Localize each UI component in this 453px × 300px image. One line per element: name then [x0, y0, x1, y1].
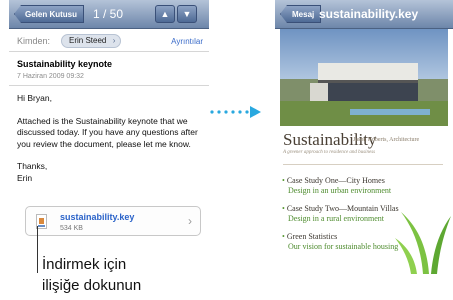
from-label: Kimden:	[17, 36, 51, 46]
sender-chip[interactable]: Erin Steed ›	[61, 34, 122, 48]
up-arrow-icon: ▲	[160, 9, 170, 19]
divider	[283, 164, 443, 165]
caption-line-2: ilişiğe dokunun	[42, 277, 142, 294]
from-row: Kimden: Erin Steed › Ayrıntılar	[9, 30, 209, 52]
attachment-name: sustainability.key	[60, 212, 135, 222]
grass-decoration	[395, 212, 451, 274]
right-arrow-icon	[250, 106, 261, 118]
mail-message-screen: Gelen Kutusu 1 / 50 ▲ ▼ Kimden: Erin Ste…	[9, 0, 209, 244]
signature: Erin	[17, 172, 33, 183]
subject-block: Sustainability keynote 7 Haziran 2009 09…	[9, 53, 209, 86]
down-arrow-icon: ▼	[182, 9, 192, 19]
dotted-arrow-line	[210, 110, 249, 114]
attachment-size: 534 KB	[60, 225, 83, 232]
body-paragraph: Attached is the Sustainability keynote t…	[17, 115, 198, 149]
document-byline: Jason Roberts, Architecture	[353, 137, 420, 143]
document-preview-screen: Mesaj sustainability.key Sustainability …	[275, 0, 453, 274]
callout-caption: İndirmek için ilişiğe dokunun	[42, 254, 141, 296]
sender-name: Erin Steed	[69, 36, 107, 45]
message-subject: Sustainability keynote	[17, 59, 113, 69]
document-tagline: A greener approach to residence and busi…	[283, 150, 376, 155]
greeting: Hi Bryan,	[17, 93, 52, 103]
message-counter: 1 / 50	[93, 7, 124, 21]
house-photo	[280, 29, 448, 126]
document-title: sustainability.key	[319, 7, 419, 21]
next-message-button[interactable]: ▼	[177, 5, 197, 23]
caption-line-1: İndirmek için	[42, 256, 127, 273]
chevron-right-icon: ›	[188, 214, 192, 228]
list-item: Case Study One—City Homes Design in an u…	[282, 176, 432, 196]
doc-nav-bar: Mesaj sustainability.key	[275, 0, 453, 29]
case-description: Design in an urban environment	[288, 186, 392, 195]
inbox-back-button[interactable]: Gelen Kutusu	[14, 5, 85, 23]
message-date: 7 Haziran 2009 09:32	[17, 73, 84, 80]
callout-line	[37, 226, 38, 273]
message-back-button[interactable]: Mesaj	[280, 5, 322, 23]
previous-message-button[interactable]: ▲	[155, 5, 175, 23]
chevron-right-icon: ›	[112, 36, 116, 45]
case-title: Case Study One—City Homes	[282, 176, 432, 186]
signoff: Thanks,	[17, 161, 48, 171]
message-body: Hi Bryan, Attached is the Sustainability…	[17, 93, 205, 195]
attachment-button[interactable]: sustainability.key 534 KB ›	[25, 206, 201, 236]
mail-nav-bar: Gelen Kutusu 1 / 50 ▲ ▼	[9, 0, 209, 29]
details-link[interactable]: Ayrıntılar	[171, 37, 203, 46]
